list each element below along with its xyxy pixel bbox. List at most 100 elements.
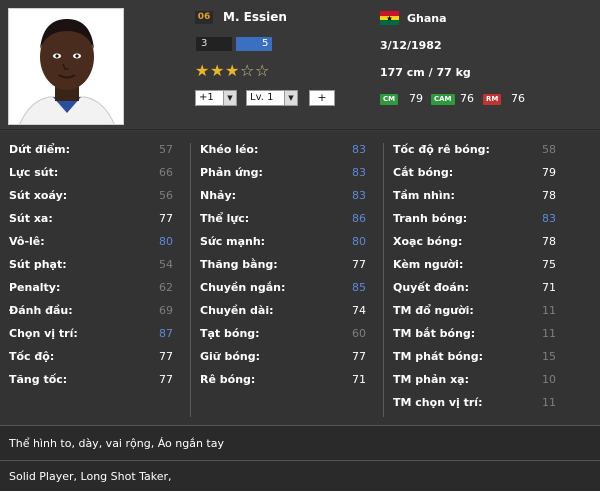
attribute-value: 77: [352, 258, 366, 271]
attribute-label: Chuyền dài:: [200, 304, 274, 317]
column-divider: [383, 143, 384, 417]
attribute-row: Vô-lê: 80: [9, 235, 173, 258]
attribute-value: 54: [159, 258, 173, 271]
attribute-value: 11: [542, 396, 556, 409]
position-rating: 76: [460, 92, 474, 105]
attribute-row: Sút xa: 77: [9, 212, 173, 235]
attribute-value: 86: [352, 212, 366, 225]
attribute-value: 83: [352, 143, 366, 156]
attribute-row: Nhảy: 83: [200, 189, 366, 212]
attribute-label: Dứt điểm:: [9, 143, 71, 156]
attribute-label: Tranh bóng:: [393, 212, 468, 225]
attribute-label: Xoạc bóng:: [393, 235, 463, 248]
attribute-label: Penalty:: [9, 281, 61, 294]
level-select-value: Lv. 1: [250, 92, 274, 103]
attribute-row: Kèm người: 75: [393, 258, 556, 281]
attribute-stats-panel: Dứt điểm: 57 Lực sút: 66 Sút xoáy: 56 Sút xa: 7…: [0, 131, 600, 425]
level-select[interactable]: Lv. 1 ▼: [246, 90, 298, 106]
height-weight: 177 cm / 77 kg: [380, 66, 471, 79]
attribute-row: Sút phạt: 54: [9, 258, 173, 281]
attribute-label: TM bắt bóng:: [393, 327, 476, 340]
attribute-column-physical: Khéo léo: 83 Phản ứng: 83 Nhảy: 83 Thể lực: 86 S…: [200, 143, 366, 396]
player-card: 06 M. Essien 3 5 ★★★☆☆ +1 ▼ Lv. 1 ▼ + Gh…: [0, 0, 600, 491]
attribute-value: 71: [542, 281, 556, 294]
attribute-row: Chuyền ngắn: 85: [200, 281, 366, 304]
attribute-value: 85: [352, 281, 366, 294]
attribute-row: TM phát bóng: 15: [393, 350, 556, 373]
star-empty-icon: ☆: [255, 61, 270, 80]
attribute-value: 11: [542, 327, 556, 340]
attribute-row: Tốc độ rê bóng: 58: [393, 143, 556, 166]
attribute-label: Sút xoáy:: [9, 189, 68, 202]
country-name: Ghana: [407, 12, 447, 25]
attribute-row: Xoạc bóng: 78: [393, 235, 556, 258]
attribute-value: 71: [352, 373, 366, 386]
overall-badge: 06: [195, 11, 213, 24]
attribute-label: Khéo léo:: [200, 143, 259, 156]
attribute-value: 57: [159, 143, 173, 156]
position-rating: 79: [409, 92, 423, 105]
attribute-value: 80: [352, 235, 366, 248]
attribute-row: Giữ bóng: 77: [200, 350, 366, 373]
star-empty-icon: ☆: [240, 61, 255, 80]
attribute-label: Thể lực:: [200, 212, 250, 225]
attribute-value: 77: [159, 373, 173, 386]
attribute-row: Thể lực: 86: [200, 212, 366, 235]
chevron-down-icon: ▼: [223, 91, 236, 105]
attribute-row: Quyết đoán: 71: [393, 281, 556, 304]
attribute-label: Kèm người:: [393, 258, 464, 271]
attribute-value: 87: [159, 327, 173, 340]
attribute-label: Tốc độ rê bóng:: [393, 143, 490, 156]
attribute-value: 78: [542, 235, 556, 248]
upgrade-select[interactable]: +1 ▼: [195, 90, 237, 106]
attribute-value: 77: [159, 350, 173, 363]
attribute-value: 58: [542, 143, 556, 156]
attribute-row: TM đổ người: 11: [393, 304, 556, 327]
attribute-row: Khéo léo: 83: [200, 143, 366, 166]
attribute-row: TM chọn vị trí: 11: [393, 396, 556, 419]
attribute-row: Tầm nhìn: 78: [393, 189, 556, 212]
attribute-label: Đánh đầu:: [9, 304, 73, 317]
attribute-value: 10: [542, 373, 556, 386]
ghana-flag-icon: [380, 11, 399, 25]
player-profile-header: 06 M. Essien 3 5 ★★★☆☆ +1 ▼ Lv. 1 ▼ + Gh…: [0, 0, 600, 130]
attribute-row: Penalty: 62: [9, 281, 173, 304]
attribute-row: Tạt bóng: 60: [200, 327, 366, 350]
attribute-value: 75: [542, 258, 556, 271]
attribute-label: Tăng tốc:: [9, 373, 68, 386]
attribute-value: 79: [542, 166, 556, 179]
attribute-row: Phản ứng: 83: [200, 166, 366, 189]
attribute-value: 11: [542, 304, 556, 317]
attribute-value: 77: [159, 212, 173, 225]
level-bar-current: 3: [196, 37, 232, 51]
attribute-row: Dứt điểm: 57: [9, 143, 173, 166]
position-badge: CAM: [431, 94, 455, 105]
attribute-label: Thăng bằng:: [200, 258, 278, 271]
attribute-label: Tạt bóng:: [200, 327, 260, 340]
attribute-label: TM đổ người:: [393, 304, 474, 317]
player-name: M. Essien: [223, 10, 287, 24]
attribute-label: Chọn vị trí:: [9, 327, 78, 340]
attribute-value: 69: [159, 304, 173, 317]
chevron-down-icon: ▼: [284, 91, 297, 105]
attribute-value: 83: [352, 166, 366, 179]
attribute-label: TM chọn vị trí:: [393, 396, 483, 409]
attribute-row: TM phản xạ: 10: [393, 373, 556, 396]
attribute-row: Tăng tốc: 77: [9, 373, 173, 396]
attribute-row: Thăng bằng: 77: [200, 258, 366, 281]
add-button[interactable]: +: [309, 90, 335, 106]
star-filled-icon: ★: [195, 61, 210, 80]
attribute-row: Cắt bóng: 79: [393, 166, 556, 189]
attribute-label: TM phản xạ:: [393, 373, 469, 386]
attribute-row: Tranh bóng: 83: [393, 212, 556, 235]
star-filled-icon: ★: [225, 61, 240, 80]
attribute-row: Sút xoáy: 56: [9, 189, 173, 212]
attribute-row: Rê bóng: 71: [200, 373, 366, 396]
position-rating: 76: [511, 92, 525, 105]
attribute-value: 74: [352, 304, 366, 317]
attribute-value: 80: [159, 235, 173, 248]
attribute-label: Quyết đoán:: [393, 281, 469, 294]
attribute-label: Cắt bóng:: [393, 166, 454, 179]
attribute-value: 83: [542, 212, 556, 225]
attribute-label: Chuyền ngắn:: [200, 281, 286, 294]
